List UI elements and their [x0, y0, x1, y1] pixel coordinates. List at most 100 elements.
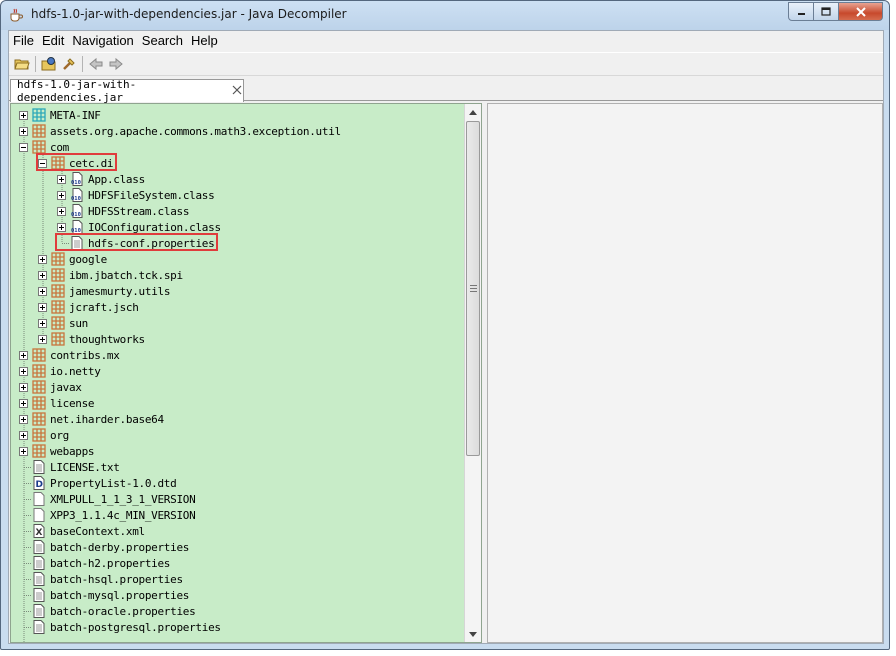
tree-node[interactable]: META-INF — [19, 107, 101, 123]
text-file-icon — [33, 588, 45, 602]
package-tree-pane[interactable]: META-INF assets.org.apache.commons.math3… — [10, 103, 482, 643]
toolbar-separator — [35, 56, 36, 72]
tree-node-label: assets.org.apache.commons.math3.exceptio… — [50, 124, 341, 138]
tree-node[interactable]: jamesmurty.utils — [38, 283, 170, 299]
tree-node[interactable]: XMLPULL_1_1_3_1_VERSION — [19, 491, 196, 507]
tab-strip: hdfs-1.0-jar-with-dependencies.jar — [9, 77, 883, 104]
expand-icon[interactable] — [19, 110, 28, 120]
blank-file-icon — [33, 508, 45, 522]
tree-node-label: javax — [50, 380, 82, 394]
tree-node-label: license — [50, 396, 95, 410]
menu-search[interactable]: Search — [138, 31, 187, 51]
maximize-button[interactable] — [814, 2, 839, 21]
tree-node-label: baseContext.xml — [50, 524, 145, 538]
tree-node-label: LICENSE.txt — [50, 460, 120, 474]
tree-node[interactable]: XPP3_1.1.4c_MIN_VERSION — [19, 507, 196, 523]
tree-node[interactable]: ibm.jbatch.tck.spi — [38, 267, 183, 283]
expand-icon[interactable] — [19, 126, 28, 136]
expand-icon[interactable] — [19, 350, 28, 360]
expand-icon[interactable] — [19, 382, 28, 392]
expand-icon[interactable] — [19, 366, 28, 376]
tree-node[interactable]: batch-oracle.properties — [19, 603, 196, 619]
minimize-icon — [797, 13, 805, 15]
expand-icon[interactable] — [38, 270, 47, 280]
forward-button[interactable] — [106, 54, 126, 74]
expand-icon[interactable] — [19, 398, 28, 408]
tree-node[interactable]: D PropertyList-1.0.dtd — [19, 475, 177, 491]
package-icon — [32, 348, 46, 362]
tab-jar-file[interactable]: hdfs-1.0-jar-with-dependencies.jar — [10, 78, 244, 104]
menu-file[interactable]: File — [9, 31, 38, 51]
expand-icon[interactable] — [38, 286, 47, 296]
find-icon — [63, 58, 75, 70]
open-file-button[interactable] — [12, 54, 32, 74]
tree-node[interactable]: batch-h2.properties — [19, 555, 170, 571]
tree-node-label: batch-mysql.properties — [50, 588, 190, 602]
minimize-button[interactable] — [788, 2, 814, 21]
text-file-icon — [33, 540, 45, 554]
tree-node[interactable]: batch-derby.properties — [19, 539, 189, 555]
tree-node[interactable]: batch-hsql.properties — [19, 571, 183, 587]
collapse-icon[interactable] — [19, 142, 28, 152]
expand-icon[interactable] — [57, 174, 66, 184]
expand-icon[interactable] — [38, 302, 47, 312]
tree-node[interactable]: LICENSE.txt — [19, 459, 120, 475]
tree-node[interactable]: google — [38, 251, 107, 267]
expand-icon[interactable] — [38, 254, 47, 264]
tree-node[interactable]: XbaseContext.xml — [19, 523, 145, 539]
expand-icon[interactable] — [19, 430, 28, 440]
xml-file-icon: X — [33, 524, 45, 538]
tree-node[interactable]: 010 App.class — [57, 171, 145, 187]
expand-icon[interactable] — [19, 414, 28, 424]
menu-navigation[interactable]: Navigation — [68, 31, 137, 51]
find-button[interactable] — [59, 54, 79, 74]
expand-icon[interactable] — [57, 206, 66, 216]
tree-node[interactable]: webapps — [19, 443, 95, 459]
tab-close-icon[interactable] — [232, 85, 243, 97]
menu-help[interactable]: Help — [187, 31, 222, 51]
open-type-icon — [41, 57, 56, 71]
svg-text:D: D — [36, 480, 43, 490]
highlight-box-cetc-di — [36, 153, 118, 171]
tree-node[interactable]: batch-mysql.properties — [19, 587, 189, 603]
tree-node[interactable]: 010 HDFSFileSystem.class — [57, 187, 215, 203]
tree-node[interactable]: jcraft.jsch — [38, 299, 139, 315]
tree-node[interactable]: 010 HDFSStream.class — [57, 203, 189, 219]
package-icon — [32, 396, 46, 410]
open-type-button[interactable] — [39, 54, 59, 74]
svg-text:010: 010 — [71, 196, 81, 202]
tree-node[interactable]: assets.org.apache.commons.math3.exceptio… — [19, 123, 341, 139]
client-area: File Edit Navigation Search Help hdfs-1.… — [8, 30, 884, 644]
scroll-down-arrow[interactable] — [465, 626, 481, 642]
title-bar[interactable]: hdfs-1.0-jar-with-dependencies.jar - Jav… — [1, 1, 889, 30]
expand-icon[interactable] — [57, 190, 66, 200]
source-view-pane[interactable] — [487, 103, 883, 643]
tree-node[interactable]: license — [19, 395, 95, 411]
tree-node[interactable]: thoughtworks — [38, 331, 145, 347]
tree-node[interactable]: javax — [19, 379, 82, 395]
tree-node[interactable]: io.netty — [19, 363, 101, 379]
maximize-icon — [821, 7, 831, 16]
expand-icon[interactable] — [19, 446, 28, 456]
expand-icon[interactable] — [38, 318, 47, 328]
tree-node[interactable]: net.iharder.base64 — [19, 411, 164, 427]
tree-node[interactable]: batch-postgresql.properties — [19, 619, 221, 635]
class-file-icon: 010 — [71, 188, 83, 202]
scroll-thumb[interactable] — [466, 121, 480, 456]
tree-node[interactable]: org — [19, 427, 69, 443]
text-file-icon — [33, 604, 45, 618]
expand-icon[interactable] — [38, 334, 47, 344]
coffee-cup-icon — [10, 8, 23, 22]
expand-icon[interactable] — [57, 222, 66, 232]
tree-node[interactable]: contribs.mx — [19, 347, 120, 363]
close-icon — [855, 6, 866, 17]
back-button[interactable] — [86, 54, 106, 74]
close-button[interactable] — [839, 2, 883, 21]
tree-node-label: webapps — [50, 444, 95, 458]
scroll-up-arrow[interactable] — [465, 104, 481, 120]
scroll-grip — [470, 285, 477, 292]
package-icon — [51, 268, 65, 282]
tree-node[interactable]: sun — [38, 315, 88, 331]
tree-vertical-scrollbar[interactable] — [464, 104, 481, 642]
menu-edit[interactable]: Edit — [38, 31, 68, 51]
